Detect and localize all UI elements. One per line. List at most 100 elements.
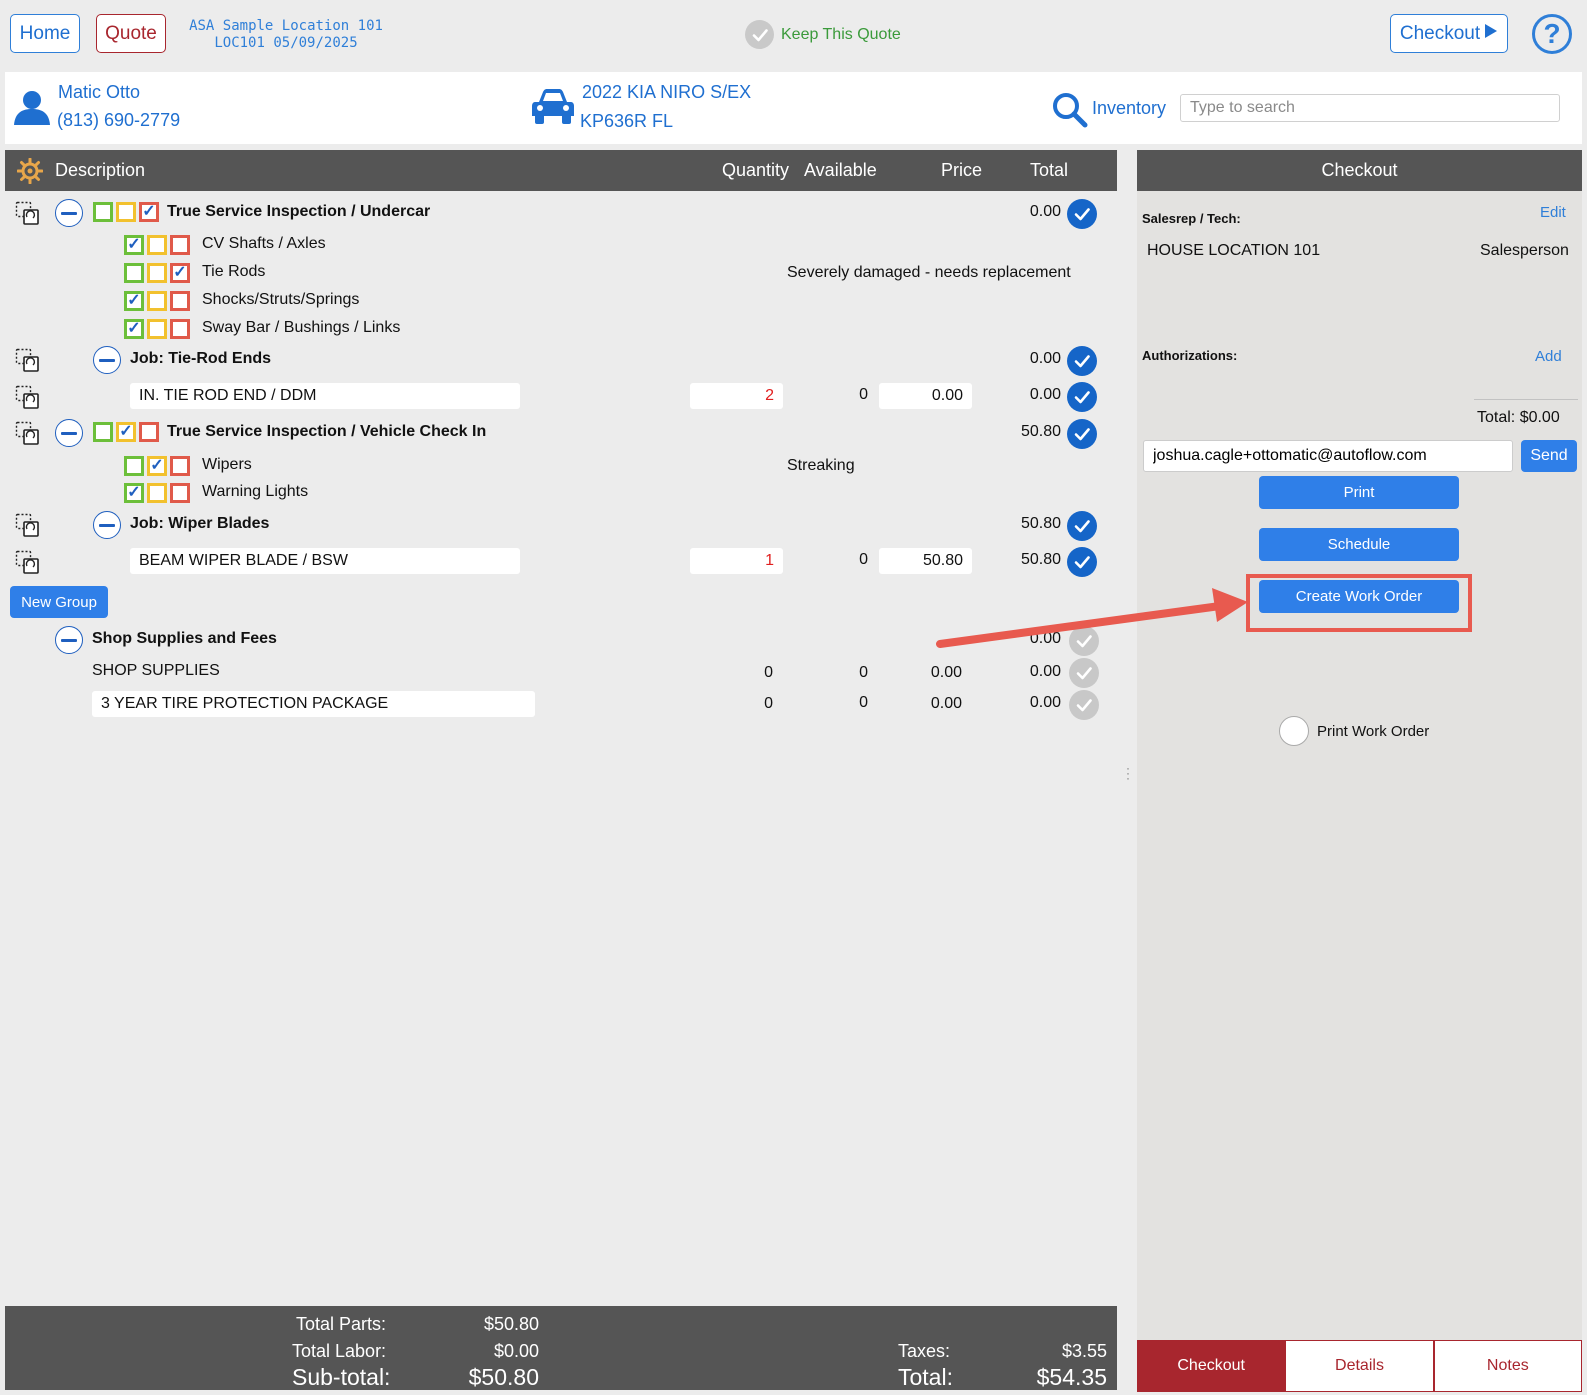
status-yellow-checkbox[interactable] xyxy=(147,235,167,255)
status-red-checkbox[interactable] xyxy=(170,235,190,255)
status-green-checkbox[interactable]: ✓ xyxy=(124,483,144,503)
status-red-checkbox[interactable] xyxy=(170,456,190,476)
part-description-field[interactable]: IN. TIE ROD END / DDM xyxy=(130,383,520,409)
collapse-icon[interactable] xyxy=(55,419,83,447)
vehicle-name-link[interactable]: 2022 KIA NIRO S/EX xyxy=(582,82,751,103)
part-available: 0 xyxy=(859,386,868,403)
part-description-field[interactable]: BEAM WIPER BLADE / BSW xyxy=(130,548,520,574)
quote-button[interactable]: Quote xyxy=(96,14,166,53)
col-available: Available xyxy=(804,160,877,180)
group-total: 50.80 xyxy=(1020,423,1061,440)
new-group-button[interactable]: New Group xyxy=(10,586,108,618)
copy-icon[interactable] xyxy=(15,348,41,374)
fee-description-field[interactable]: 3 YEAR TIRE PROTECTION PACKAGE xyxy=(92,691,535,717)
approved-check-icon[interactable] xyxy=(1067,547,1097,577)
customer-phone-link[interactable]: (813) 690-2779 xyxy=(57,110,180,131)
inventory-link[interactable]: Inventory xyxy=(1092,98,1166,119)
totals-bar: Total Parts: $50.80 Total Labor: $0.00 S… xyxy=(5,1306,1117,1390)
play-arrow-icon xyxy=(1484,23,1498,45)
fee-quantity: 0 xyxy=(764,695,773,712)
table-header: Description Quantity Available Price Tot… xyxy=(5,150,1117,191)
schedule-button[interactable]: Schedule xyxy=(1259,528,1459,561)
fee-total: 0.00 xyxy=(1029,694,1061,711)
status-red-checkbox[interactable] xyxy=(170,319,190,339)
panel-resize-handle[interactable]: · · · xyxy=(1126,762,1132,784)
status-red-checkbox[interactable] xyxy=(170,483,190,503)
inventory-search-input[interactable] xyxy=(1180,94,1560,122)
status-green-checkbox[interactable]: ✓ xyxy=(124,319,144,339)
status-yellow-checkbox[interactable]: ✓ xyxy=(147,456,167,476)
approved-check-icon[interactable] xyxy=(1067,346,1097,376)
send-button[interactable]: Send xyxy=(1521,440,1577,472)
part-price-field[interactable]: 50.80 xyxy=(879,548,972,574)
copy-icon[interactable] xyxy=(15,201,41,227)
status-green-checkbox[interactable] xyxy=(93,422,113,442)
part-quantity-field[interactable]: 2 xyxy=(690,383,783,409)
tab-checkout[interactable]: Checkout xyxy=(1137,1340,1286,1392)
search-icon[interactable] xyxy=(1052,92,1088,133)
home-button[interactable]: Home xyxy=(10,14,80,53)
status-green-checkbox[interactable] xyxy=(93,202,113,222)
part-available: 0 xyxy=(859,551,868,568)
inspection-item-label: CV Shafts / Axles xyxy=(202,235,326,252)
pending-check-icon[interactable] xyxy=(1069,626,1099,656)
copy-icon[interactable] xyxy=(15,421,41,447)
collapse-icon[interactable] xyxy=(55,626,83,654)
copy-icon[interactable] xyxy=(15,385,41,411)
status-red-checkbox[interactable]: ✓ xyxy=(139,202,159,222)
print-work-order-radio[interactable] xyxy=(1279,716,1309,746)
status-red-checkbox[interactable] xyxy=(170,291,190,311)
pending-check-icon[interactable] xyxy=(1069,658,1099,688)
vehicle-plate-link[interactable]: KP636R FL xyxy=(580,111,673,132)
inspection-item-label: Warning Lights xyxy=(202,483,309,500)
status-yellow-checkbox[interactable] xyxy=(116,202,136,222)
total-parts-value: $50.80 xyxy=(483,1314,539,1334)
keep-quote-toggle[interactable]: Keep This Quote xyxy=(745,20,901,49)
status-yellow-checkbox[interactable]: ✓ xyxy=(116,422,136,442)
col-total: Total xyxy=(1030,160,1069,180)
part-price-field[interactable]: 0.00 xyxy=(879,383,972,409)
pending-check-icon[interactable] xyxy=(1069,690,1099,720)
tab-notes[interactable]: Notes xyxy=(1433,1340,1582,1392)
copy-icon[interactable] xyxy=(15,513,41,539)
approved-check-icon[interactable] xyxy=(1067,382,1097,412)
status-red-checkbox[interactable] xyxy=(139,422,159,442)
email-field[interactable] xyxy=(1143,440,1513,472)
person-icon xyxy=(13,90,51,131)
gear-icon[interactable] xyxy=(16,157,44,189)
inspection-item-note: Streaking xyxy=(787,457,855,474)
add-authorization-link[interactable]: Add xyxy=(1535,348,1562,365)
status-green-checkbox[interactable]: ✓ xyxy=(124,235,144,255)
part-quantity-field[interactable]: 1 xyxy=(690,548,783,574)
print-button[interactable]: Print xyxy=(1259,476,1459,509)
collapse-icon[interactable] xyxy=(55,199,83,227)
col-price: Price xyxy=(941,160,983,180)
status-green-checkbox[interactable]: ✓ xyxy=(124,291,144,311)
status-yellow-checkbox[interactable] xyxy=(147,263,167,283)
fee-description: SHOP SUPPLIES xyxy=(92,662,220,679)
status-yellow-checkbox[interactable] xyxy=(147,483,167,503)
status-green-checkbox[interactable] xyxy=(124,263,144,283)
approved-check-icon[interactable] xyxy=(1067,419,1097,449)
status-yellow-checkbox[interactable] xyxy=(147,291,167,311)
collapse-icon[interactable] xyxy=(93,346,121,374)
top-bar: Home Quote ASA Sample Location 101 LOC10… xyxy=(0,0,1587,72)
help-icon[interactable]: ? xyxy=(1532,14,1572,54)
status-yellow-checkbox[interactable] xyxy=(147,319,167,339)
status-red-checkbox[interactable]: ✓ xyxy=(170,263,190,283)
fee-total: 0.00 xyxy=(1029,663,1061,680)
create-work-order-button[interactable]: Create Work Order xyxy=(1259,580,1459,613)
tab-details[interactable]: Details xyxy=(1285,1340,1434,1392)
approved-check-icon[interactable] xyxy=(1067,199,1097,229)
approved-check-icon[interactable] xyxy=(1067,511,1097,541)
copy-icon[interactable] xyxy=(15,550,41,576)
inspection-item-label: Shocks/Struts/Springs xyxy=(202,291,360,308)
authorizations-label: Authorizations: xyxy=(1142,348,1238,363)
checkout-button[interactable]: Checkout xyxy=(1390,14,1508,53)
grand-total-value: $54.35 xyxy=(1036,1364,1107,1390)
line-items: ✓ True Service Inspection / Undercar 0.0… xyxy=(5,191,1117,1306)
status-green-checkbox[interactable] xyxy=(124,456,144,476)
collapse-icon[interactable] xyxy=(93,511,121,539)
edit-salesrep-link[interactable]: Edit xyxy=(1540,204,1566,221)
customer-name-link[interactable]: Matic Otto xyxy=(58,82,140,103)
